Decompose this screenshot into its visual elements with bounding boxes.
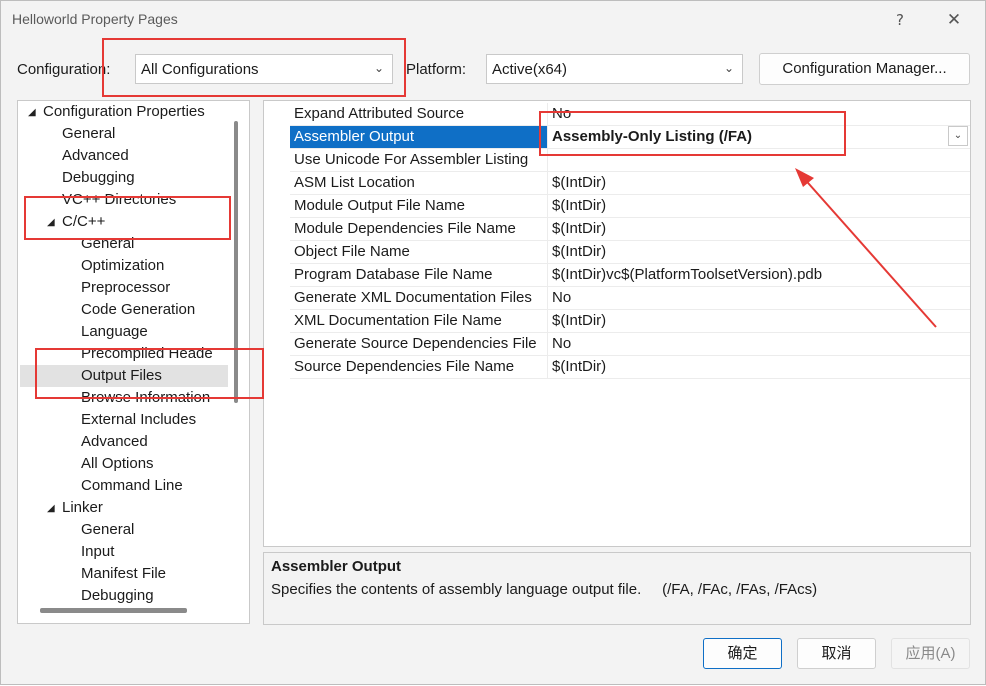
annotation-arrow: [795, 168, 937, 328]
property-pages-dialog: Helloworld Property Pages ? ✕ Configurat…: [0, 0, 986, 685]
